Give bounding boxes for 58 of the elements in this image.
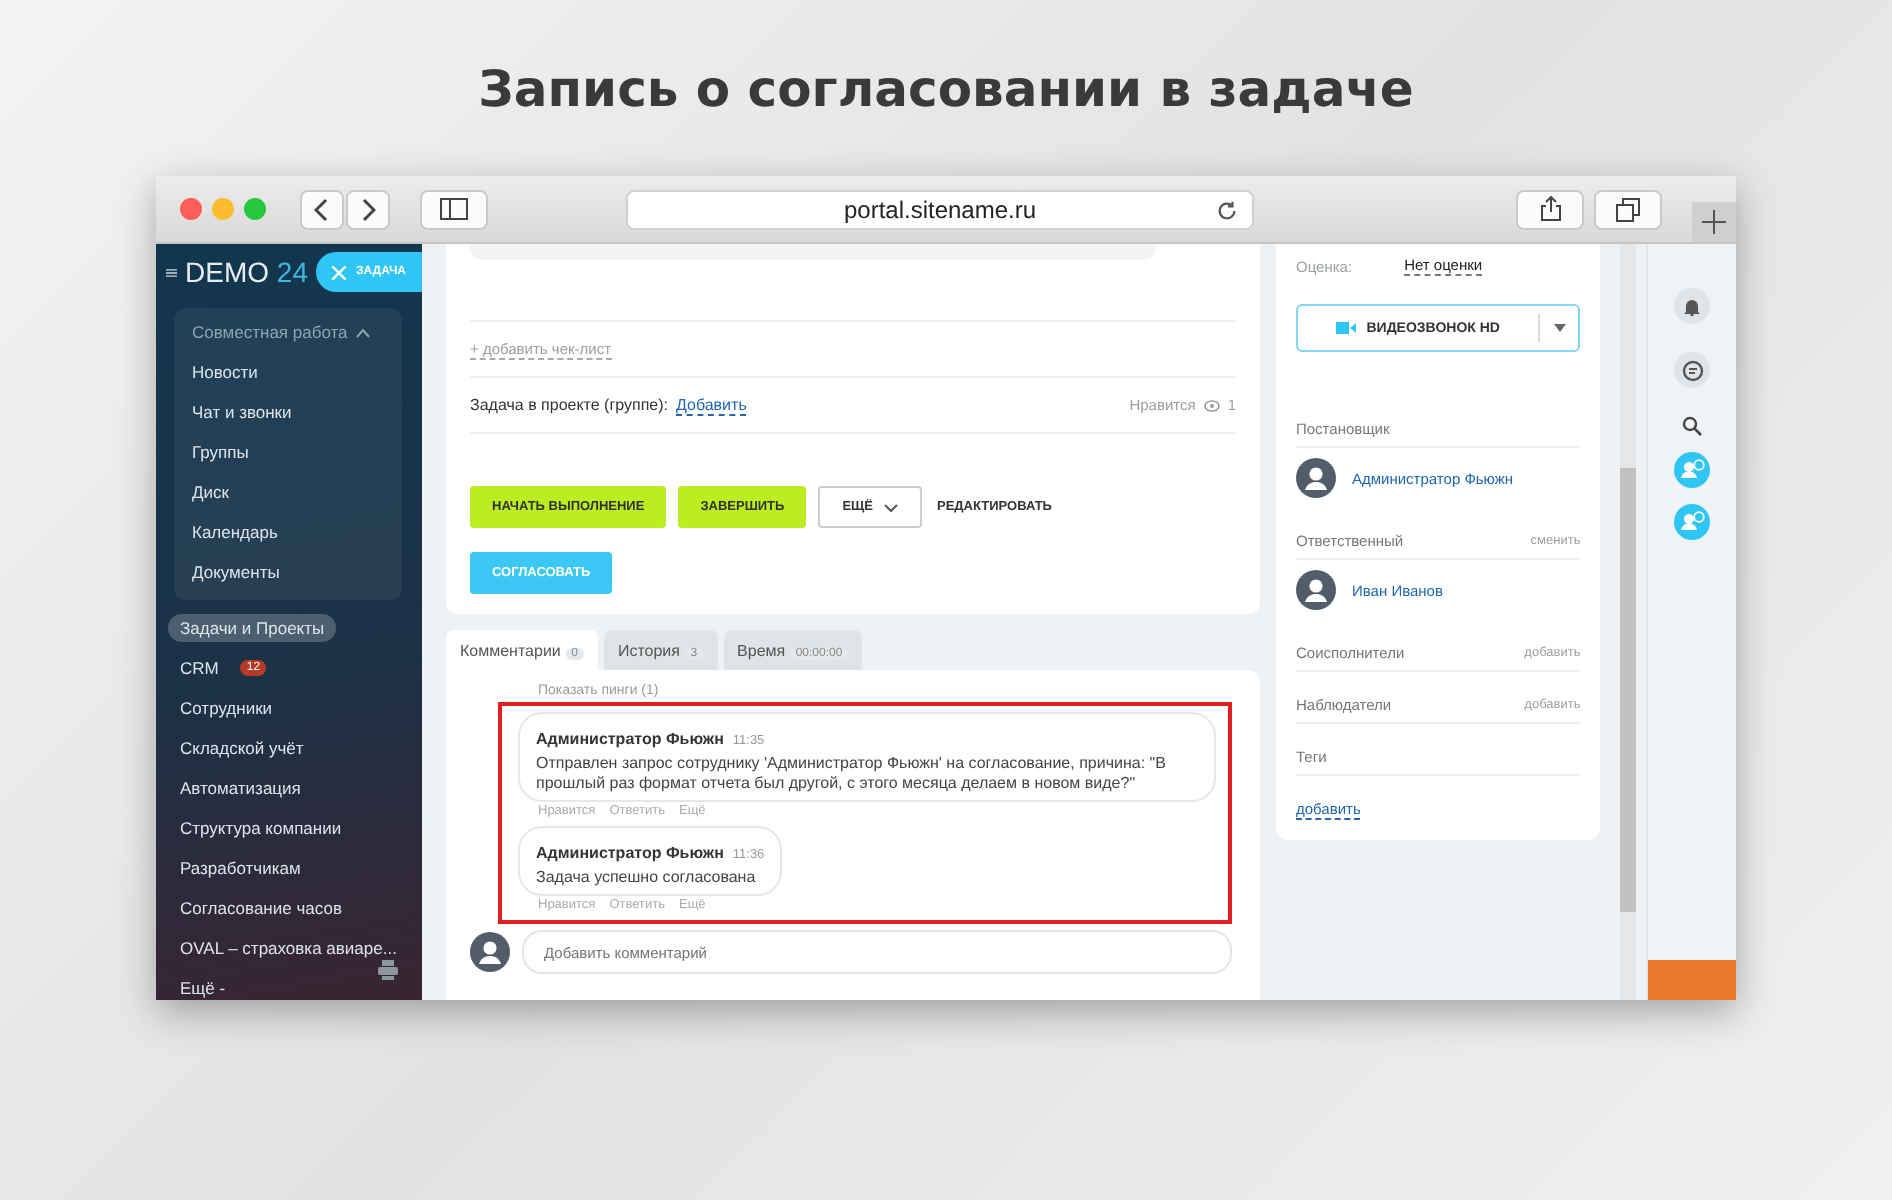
sidebar-item[interactable]: Календарь xyxy=(174,512,402,552)
forward-icon xyxy=(360,197,376,221)
plus-icon xyxy=(1702,210,1726,234)
video-camera-icon xyxy=(1336,322,1357,334)
caret-icon xyxy=(883,503,897,511)
sidebar-item[interactable]: Сотрудники xyxy=(168,694,285,722)
sidebar-item[interactable]: OVAL – страховка авиаре... xyxy=(168,934,409,962)
close-icon xyxy=(331,265,346,279)
chat-button[interactable] xyxy=(1674,352,1710,388)
notifications-button[interactable] xyxy=(1674,288,1710,324)
tabs-icon xyxy=(1616,197,1640,221)
chat-icon xyxy=(1681,359,1703,381)
address-bar[interactable]: portal.sitename.ru xyxy=(626,189,1254,229)
logo: DEMO 24 xyxy=(185,256,308,288)
scrollbar[interactable] xyxy=(1620,244,1636,1000)
back-icon xyxy=(314,197,330,221)
printer-icon[interactable] xyxy=(378,960,398,980)
bell-icon xyxy=(1684,297,1700,315)
forward-button[interactable] xyxy=(346,189,390,229)
comment-text: Отправлен запрос сотруднику 'Администратор Фьюжн' на согласование, причина: "В прошлый раз формат отчета был другой, с этого месяца делаем в новом виде?" xyxy=(536,754,1168,794)
sidebar-item[interactable]: Документы xyxy=(174,552,402,592)
search-icon[interactable] xyxy=(1682,416,1702,436)
back-button[interactable] xyxy=(300,189,344,229)
sidebar-item[interactable]: Автоматизация xyxy=(168,774,313,802)
sidebar-button[interactable] xyxy=(420,189,488,229)
sidebar-icon xyxy=(440,198,468,220)
sidebar-group-header[interactable]: Совместная работа xyxy=(174,312,402,352)
sidebar-item[interactable]: Чат и звонки xyxy=(174,392,402,432)
page-title: Запись о согласовании в задаче xyxy=(478,60,1414,122)
add-project-link[interactable]: Добавить xyxy=(676,395,747,415)
chevron-icon xyxy=(355,327,370,337)
sidebar-item[interactable]: Разработчикам xyxy=(168,854,313,882)
comment-author[interactable]: Администратор Фьюжн xyxy=(536,730,724,748)
new-tab-button[interactable] xyxy=(1692,202,1736,242)
avatar-icon xyxy=(1296,570,1336,610)
sidebar-item[interactable]: Задачи и Проекты xyxy=(168,614,337,642)
comment-author[interactable]: Администратор Фьюжн xyxy=(536,844,724,862)
sidebar-item[interactable]: Складской учёт xyxy=(168,734,316,762)
avatar-icon xyxy=(470,932,510,972)
share-icon xyxy=(1539,196,1561,222)
eye-icon xyxy=(1203,399,1220,411)
sidebar-item[interactable]: Структура компании xyxy=(168,814,354,842)
url-text: portal.sitename.ru xyxy=(843,195,1037,223)
comment-text: Задача успешно согласована xyxy=(536,868,758,888)
reload-icon[interactable] xyxy=(1216,199,1238,221)
share-button[interactable] xyxy=(1516,189,1584,229)
project-label: Задача в проекте (группе): xyxy=(470,396,668,414)
accent-strip xyxy=(1648,960,1736,1000)
sidebar-item[interactable]: Диск xyxy=(174,472,402,512)
sidebar-item[interactable]: CRM xyxy=(168,654,231,682)
sidebar-item[interactable]: Согласование часов xyxy=(168,894,354,922)
sidebar-item[interactable]: Новости xyxy=(174,352,402,392)
sidebar-item[interactable]: Ещё - xyxy=(168,974,238,1000)
sidebar-item[interactable]: Группы xyxy=(174,432,402,472)
tabs-button[interactable] xyxy=(1594,189,1662,229)
avatar-icon xyxy=(1296,458,1336,498)
menu-icon[interactable] xyxy=(166,263,178,281)
caret-icon[interactable] xyxy=(1554,324,1567,332)
